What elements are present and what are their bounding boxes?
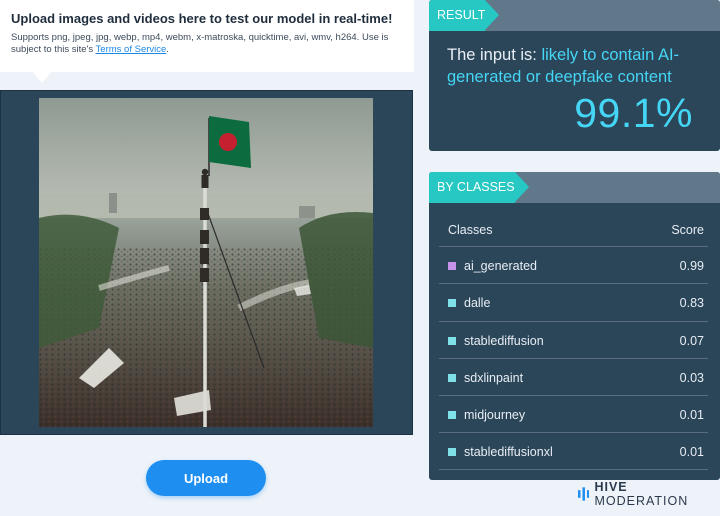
supported-formats-prefix: Supports png, jpeg, jpg, webp, mp4, webm… [11,32,389,55]
classes-column-header: Classes [448,223,493,237]
class-score: 0.99 [679,259,704,273]
class-score: 0.07 [679,333,704,348]
by-classes-card: BY CLASSES Classes Score ai_generated 0.… [429,172,720,480]
class-color-dot [448,262,456,270]
class-name: ai_generated [464,259,537,273]
class-color-dot [448,299,456,308]
hive-bars-icon [578,487,590,501]
class-name: dalle [464,296,491,311]
class-name: stablediffusion [464,333,544,348]
upload-info-title: Upload images and videos here to test ou… [11,11,393,26]
brand-text: HIVE MODERATION [594,480,720,508]
result-lead: The input is: [447,46,542,64]
result-verdict-text: The input is: likely to contain AI-gener… [447,44,707,88]
supported-formats-suffix: . [166,44,169,55]
class-row: midjourney 0.01 [439,395,708,432]
by-classes-header: BY CLASSES [429,172,720,203]
result-card-header: RESULT [429,0,720,31]
upload-button[interactable]: Upload [146,460,266,496]
class-color-dot [448,336,456,345]
class-row: sdxlinpaint 0.03 [439,357,708,395]
class-color-dot [448,448,456,457]
supported-formats-text: Supports png, jpeg, jpg, webp, mp4, webm… [11,32,402,56]
result-header-tag: RESULT [429,0,500,31]
class-name: midjourney [464,408,526,423]
class-row: ai_generated 0.99 [439,246,708,283]
class-name: sdxlinpaint [464,370,524,385]
class-row: stablediffusion 0.07 [439,320,708,358]
class-color-dot [448,411,456,420]
class-row: stablediffusionxl 0.01 [439,432,708,470]
result-card: RESULT The input is: likely to contain A… [429,0,720,151]
class-score: 0.01 [679,445,704,460]
score-column-header: Score [671,223,704,237]
brand-bold: HIVE [594,480,628,494]
class-score: 0.83 [679,296,704,311]
result-score: 99.1% [574,90,693,136]
terms-of-service-link[interactable]: Terms of Service [96,44,167,55]
image-preview-panel [0,90,413,435]
class-score: 0.01 [679,408,704,423]
hive-moderation-logo: HIVE MODERATION [578,480,720,508]
info-card-caret [32,71,52,83]
by-classes-header-tag: BY CLASSES [429,172,529,203]
class-name: stablediffusionxl [464,445,553,460]
class-score: 0.03 [679,370,704,385]
classes-table-header: Classes Score [439,212,708,246]
classes-list: ai_generated 0.99 dalle 0.83 stablediffu… [439,246,708,470]
class-row: dalle 0.83 [439,283,708,320]
upload-info-card: Upload images and videos here to test ou… [0,0,414,72]
class-color-dot [448,373,456,382]
uploaded-image [39,98,373,427]
brand-thin: MODERATION [594,494,689,508]
